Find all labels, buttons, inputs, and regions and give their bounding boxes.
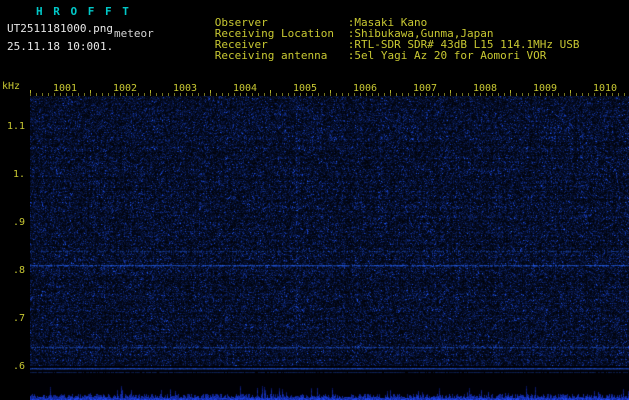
freq-axis: 1.1 1. .9 .8 .7 .6 [0, 0, 27, 400]
hrofft-window: H R O F F T UT2511181000.png meteor 25.1… [0, 0, 629, 400]
observation-name: meteor [114, 27, 154, 40]
freq-tick-0p6: .6 [12, 361, 25, 372]
app-title: H R O F F T [36, 5, 131, 18]
count-label: 1. [100, 40, 114, 53]
observer-row: Observer:Masaki Kano [175, 6, 629, 28]
freq-tick-0p7: .7 [12, 313, 25, 324]
station-info: Observer:Masaki Kano Receiving Location:… [175, 6, 629, 61]
spectrogram-canvas [30, 96, 629, 400]
freq-tick-0p9: .9 [12, 217, 25, 228]
antenna-value: :5el Yagi Az 20 for Aomori VOR [347, 49, 547, 62]
freq-tick-1p0: 1. [12, 169, 25, 180]
freq-tick-1p1: 1.1 [6, 121, 25, 132]
antenna-label: Receiving antenna [214, 49, 328, 62]
freq-tick-0p8: .8 [12, 265, 25, 276]
